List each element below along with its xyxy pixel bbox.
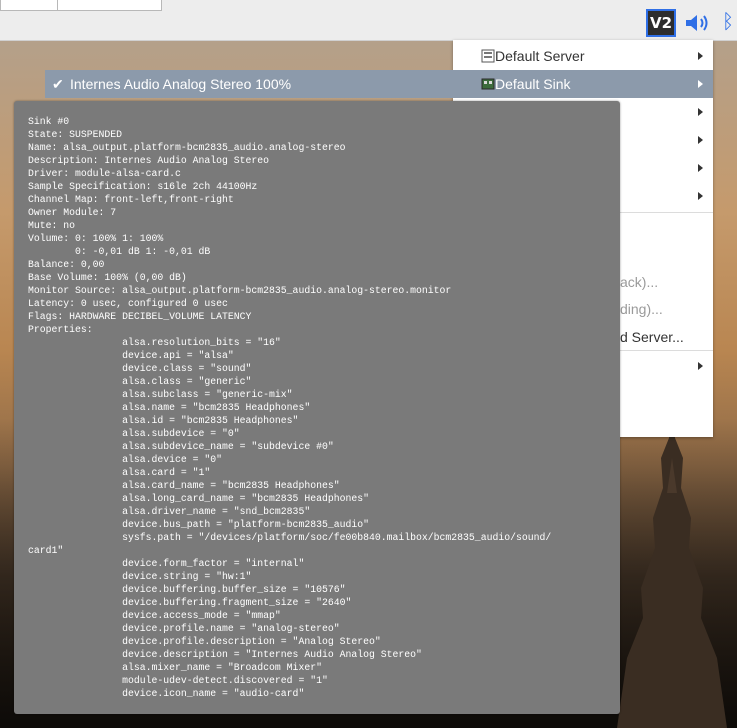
chevron-right-icon xyxy=(698,164,703,172)
menu-item-partial-2[interactable]: ding)... xyxy=(620,295,663,323)
sink-name-label: Internes Audio Analog Stereo 100% xyxy=(70,76,292,92)
menu-item-default-sink[interactable]: Default Sink xyxy=(453,70,713,98)
menu-item-label: Default Sink xyxy=(495,76,571,92)
server-icon xyxy=(481,49,495,63)
menu-item-partial-3[interactable]: d Server... xyxy=(620,323,684,351)
bluetooth-icon[interactable]: ᛒ xyxy=(722,11,737,35)
chevron-right-icon xyxy=(698,136,703,144)
chevron-right-icon xyxy=(698,52,703,60)
menu-item-partial-1[interactable]: ack)... xyxy=(620,268,658,296)
checkmark-icon: ✔ xyxy=(52,76,64,92)
chevron-right-icon xyxy=(698,362,703,370)
temple-silhouette-icon xyxy=(617,398,727,728)
vnc-tray-icon[interactable]: V2 xyxy=(646,9,676,37)
speaker-volume-icon[interactable] xyxy=(683,11,713,35)
sink-submenu-item[interactable]: ✔ Internes Audio Analog Stereo 100% xyxy=(45,70,455,98)
sink-info-tooltip: Sink #0 State: SUSPENDED Name: alsa_outp… xyxy=(14,101,620,714)
sink-card-icon xyxy=(481,78,495,90)
sink-info-text: Sink #0 State: SUSPENDED Name: alsa_outp… xyxy=(28,116,552,699)
chevron-right-icon xyxy=(698,108,703,116)
chevron-right-icon xyxy=(698,80,703,88)
menu-item-default-server[interactable]: Default Server xyxy=(453,42,713,70)
top-panel: V2 ᛒ xyxy=(0,0,737,41)
menu-item-label: Default Server xyxy=(495,48,585,64)
taskbar-field-divider xyxy=(57,0,58,10)
chevron-right-icon xyxy=(698,192,703,200)
taskbar-field[interactable] xyxy=(0,0,162,11)
